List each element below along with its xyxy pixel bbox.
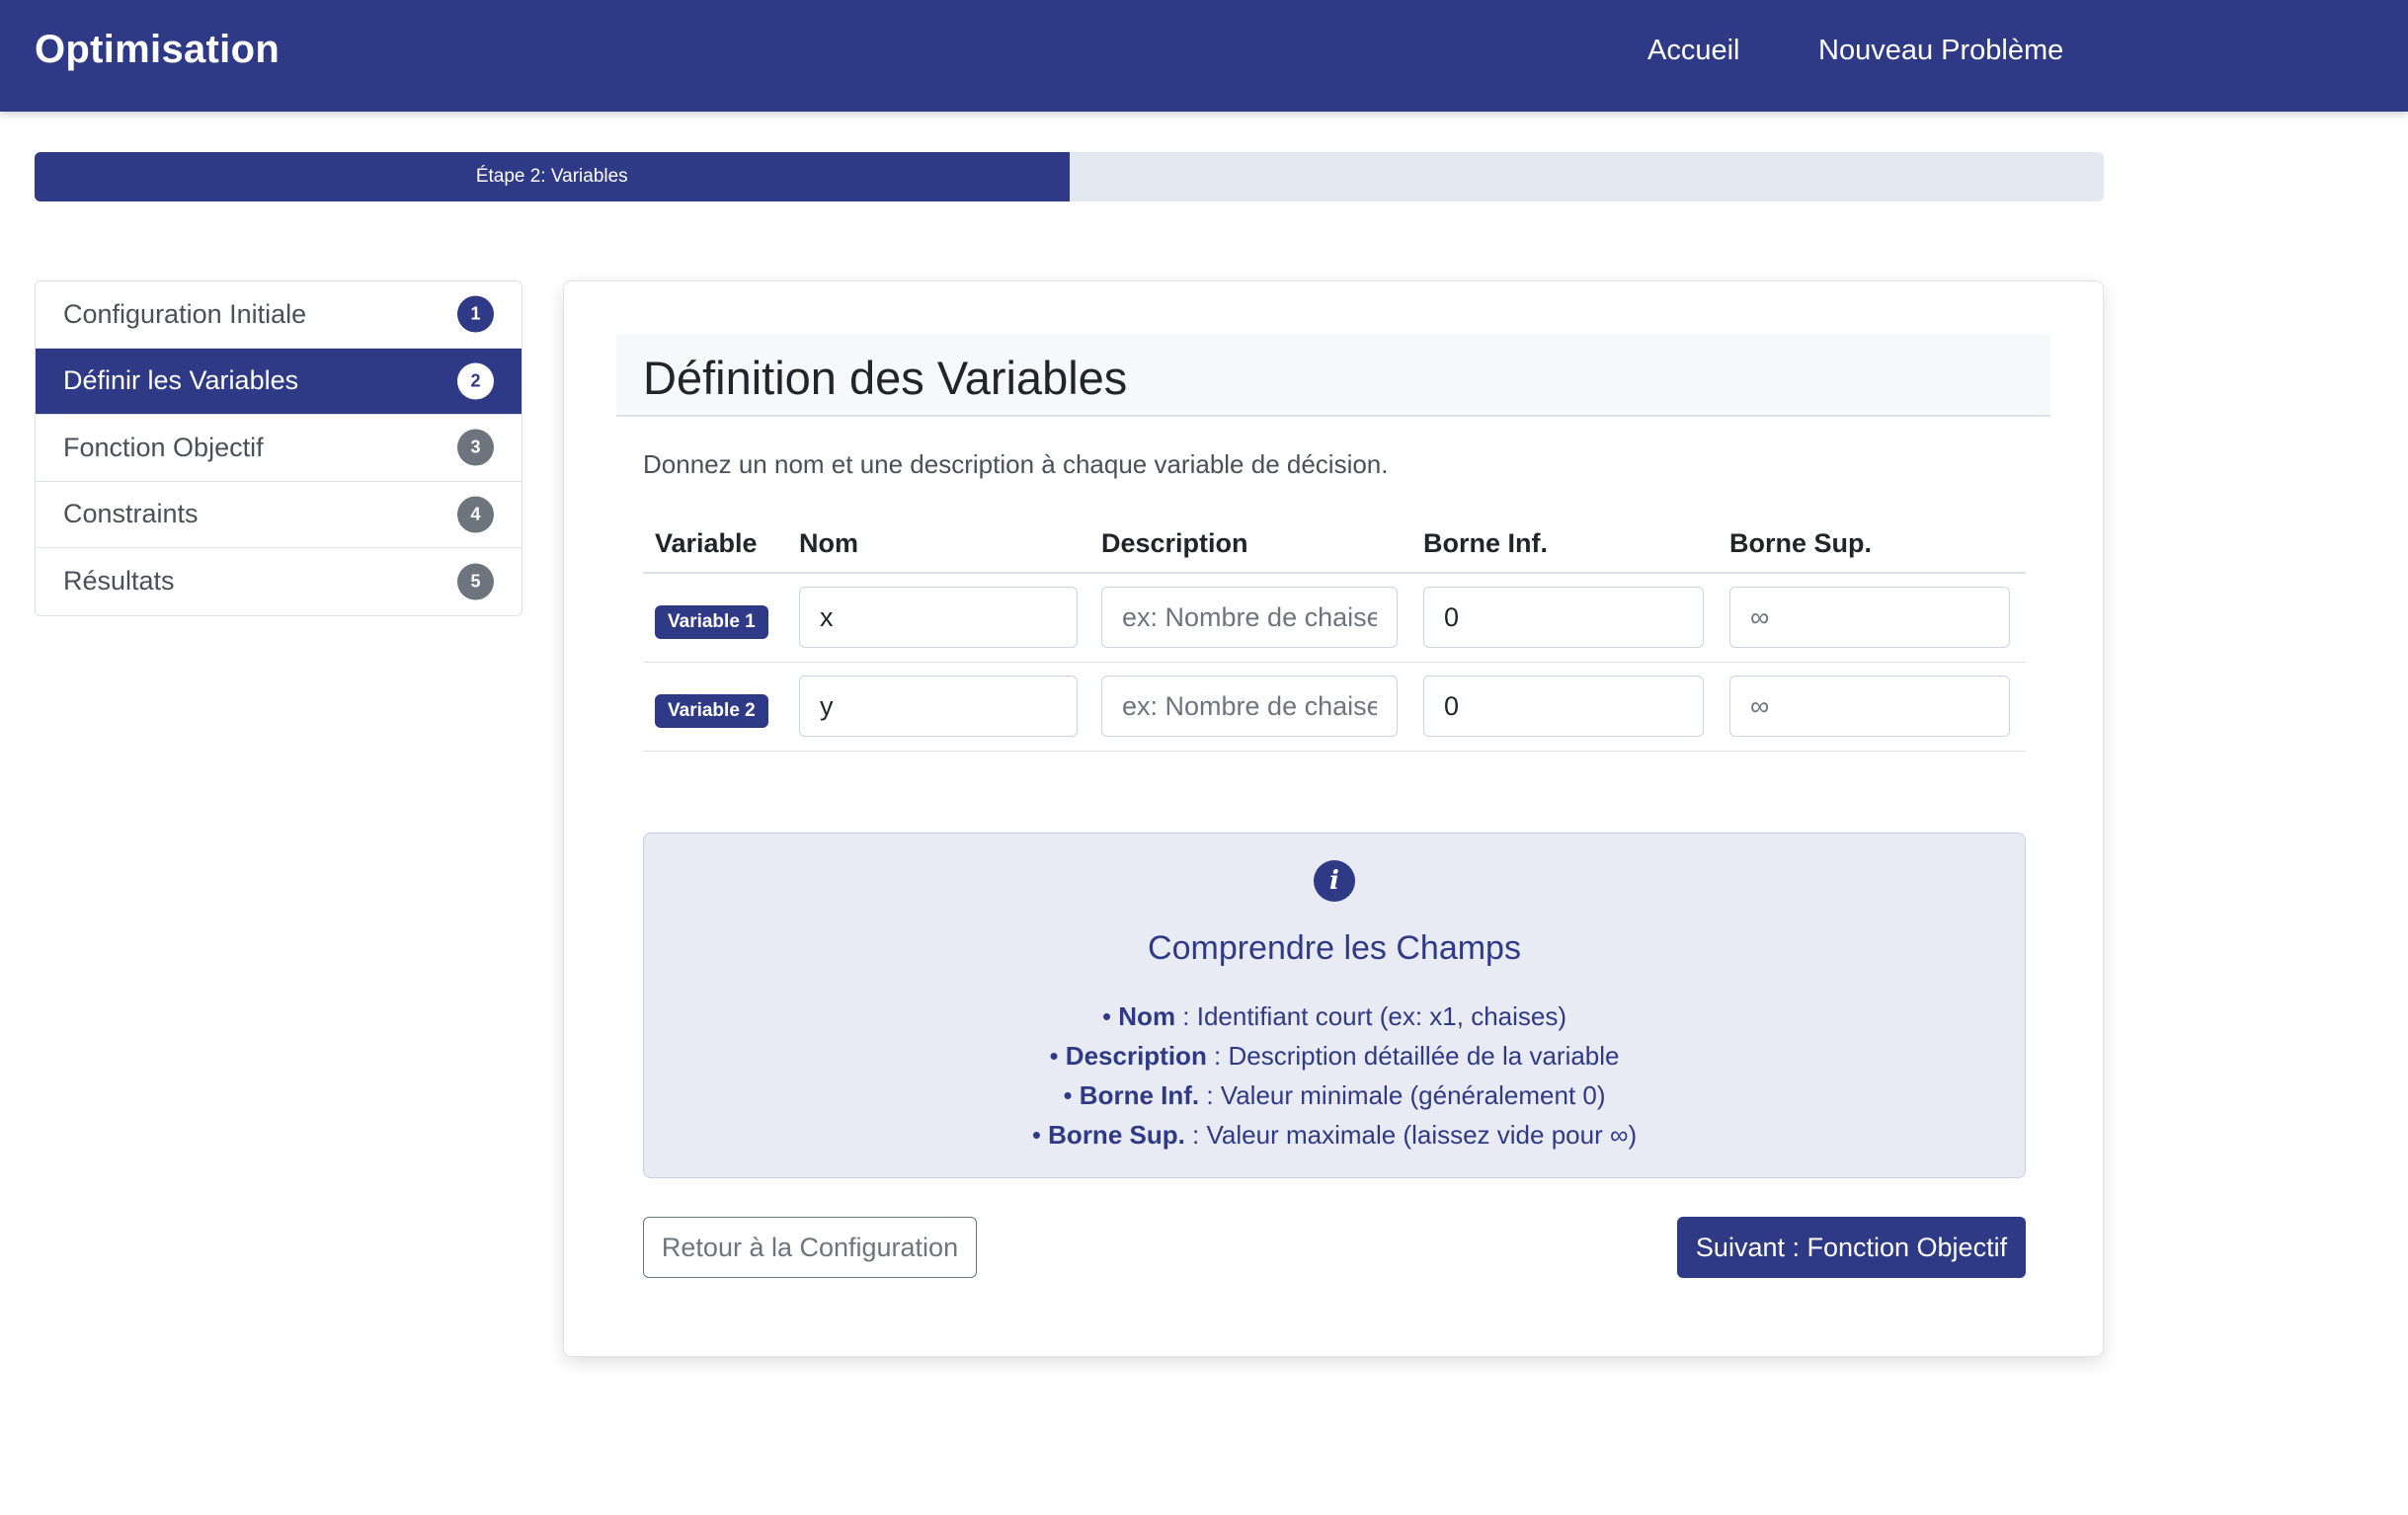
nom-input[interactable] <box>799 587 1078 648</box>
info-text: : Valeur minimale (généralement 0) <box>1199 1080 1606 1110</box>
sidebar-item-label: Résultats <box>63 566 175 597</box>
intro-text: Donnez un nom et une description à chaqu… <box>643 449 1389 479</box>
steps-sidebar: Configuration Initiale 1 Définir les Var… <box>35 280 522 616</box>
column-header-description: Description <box>1101 528 1248 558</box>
description-input[interactable] <box>1101 676 1398 737</box>
info-text: : Identifiant court (ex: x1, chaises) <box>1175 1001 1567 1031</box>
sidebar-item-resultats[interactable]: Résultats 5 <box>36 548 522 615</box>
step-progress-label: Étape 2: Variables <box>475 166 628 187</box>
top-navbar: Optimisation Accueil Nouveau Problème <box>0 0 2408 112</box>
table-header-row: Variable Nom Description Borne Inf. Born… <box>643 515 2026 574</box>
help-info-box: i Comprendre les Champs • Nom : Identifi… <box>643 833 2026 1178</box>
info-text: : Description détaillée de la variable <box>1206 1041 1620 1071</box>
borne-sup-input[interactable] <box>1729 676 2010 737</box>
nav-link-nouveau-probleme[interactable]: Nouveau Problème <box>1818 35 2063 67</box>
info-line-borne-inf: • Borne Inf. : Valeur minimale (générale… <box>1063 1080 1606 1110</box>
info-list: • Nom : Identifiant court (ex: x1, chais… <box>644 997 2025 1155</box>
description-input[interactable] <box>1101 587 1398 648</box>
variable-badge: Variable 2 <box>655 694 768 728</box>
info-line-description: • Description : Description détaillée de… <box>1049 1041 1620 1071</box>
info-text: : Valeur maximale (laissez vide pour ∞) <box>1184 1120 1638 1150</box>
table-row: Variable 2 <box>643 663 2026 752</box>
sidebar-item-constraints[interactable]: Constraints 4 <box>36 482 522 548</box>
sidebar-item-variables[interactable]: Définir les Variables 2 <box>36 348 522 415</box>
step-number-badge: 1 <box>457 295 494 333</box>
page-title: Définition des Variables <box>643 352 1128 404</box>
nav-link-accueil[interactable]: Accueil <box>1647 35 1740 67</box>
step-number-badge: 4 <box>457 496 494 533</box>
table-row: Variable 1 <box>643 574 2026 663</box>
column-header-variable: Variable <box>655 528 758 558</box>
info-term: Description <box>1065 1041 1207 1071</box>
sidebar-item-label: Fonction Objectif <box>63 432 264 462</box>
sidebar-item-label: Constraints <box>63 499 199 529</box>
sidebar-item-fonction-objectif[interactable]: Fonction Objectif 3 <box>36 415 522 482</box>
info-term: Nom <box>1118 1001 1176 1031</box>
info-title: Comprendre les Champs <box>1148 929 1521 967</box>
sidebar-item-label: Définir les Variables <box>63 365 299 396</box>
back-to-configuration-button[interactable]: Retour à la Configuration <box>643 1217 977 1278</box>
info-line-nom: • Nom : Identifiant court (ex: x1, chais… <box>1101 1001 1567 1031</box>
sidebar-item-configuration[interactable]: Configuration Initiale 1 <box>36 281 522 349</box>
column-header-borne-inf: Borne Inf. <box>1423 528 1548 558</box>
next-objective-function-button[interactable]: Suivant : Fonction Objectif <box>1677 1217 2026 1278</box>
variables-card: Définition des Variables Donnez un nom e… <box>563 280 2104 1357</box>
step-number-badge: 5 <box>457 563 494 600</box>
info-term: Borne Inf. <box>1079 1080 1200 1110</box>
borne-inf-input[interactable] <box>1423 676 1704 737</box>
step-progress: Étape 2: Variables <box>35 152 2104 201</box>
borne-sup-input[interactable] <box>1729 587 2010 648</box>
column-header-borne-sup: Borne Sup. <box>1729 528 1873 558</box>
info-icon: i <box>1314 860 1355 902</box>
variables-table: Variable Nom Description Borne Inf. Born… <box>643 515 2026 752</box>
column-header-nom: Nom <box>799 528 858 558</box>
info-term: Borne Sup. <box>1048 1120 1185 1150</box>
step-number-badge: 3 <box>457 429 494 466</box>
variable-badge: Variable 1 <box>655 605 768 639</box>
step-number-badge: 2 <box>457 362 494 400</box>
brand-logo[interactable]: Optimisation <box>35 28 280 72</box>
card-header: Définition des Variables <box>616 334 2050 417</box>
sidebar-item-label: Configuration Initiale <box>63 298 307 329</box>
step-progress-bar: Étape 2: Variables <box>35 152 1070 201</box>
borne-inf-input[interactable] <box>1423 587 1704 648</box>
info-line-borne-sup: • Borne Sup. : Valeur maximale (laissez … <box>1031 1120 1638 1150</box>
nom-input[interactable] <box>799 676 1078 737</box>
